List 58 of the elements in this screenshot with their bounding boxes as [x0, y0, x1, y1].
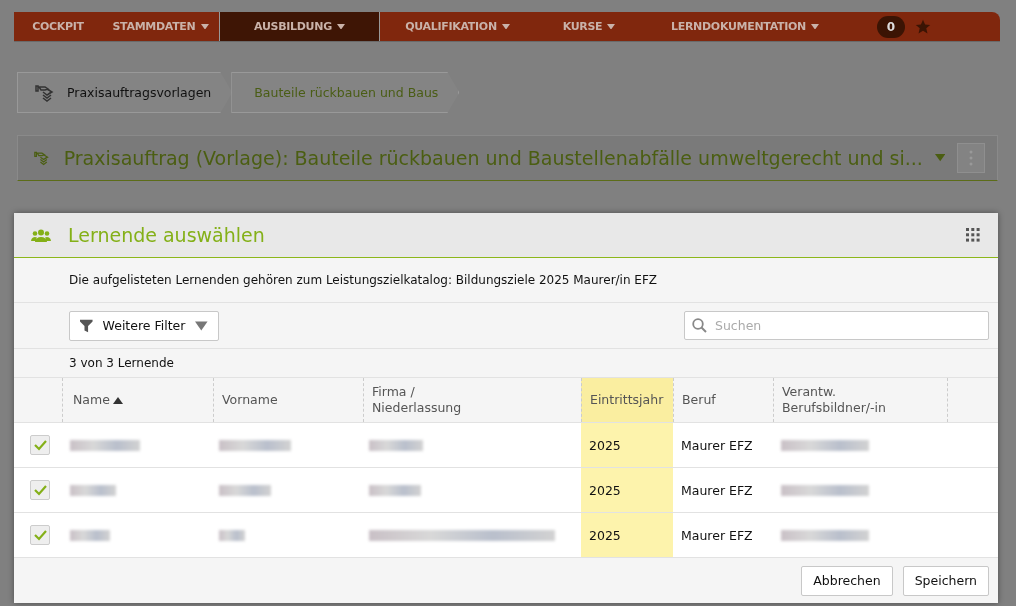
redacted-text [219, 439, 291, 451]
more-button[interactable] [957, 143, 985, 173]
column-header[interactable]: Vorname [213, 378, 363, 422]
dialog-title: Lernende auswählen [68, 224, 266, 246]
caret-icon [195, 320, 208, 331]
panel-title: Praxisauftrag (Vorlage): Bauteile rückbauen und Baustellenabfälle umweltgerecht und si... [63, 147, 923, 169]
table-cell-text: Maurer EFZ [680, 481, 754, 500]
star-icon[interactable] [915, 18, 931, 35]
table-cell-text: Maurer EFZ [680, 436, 754, 455]
search-icon [692, 318, 707, 333]
info-text: Die aufgelisteten Lernenden gehören zum Leistungszielkatalog: Bildungsziele 2025 Maurer/in EFZ [69, 273, 658, 287]
checkmark-icon [33, 484, 47, 496]
checkmark-icon [33, 439, 47, 451]
redacted-text [219, 529, 245, 541]
column-header[interactable]: Beruf [673, 378, 773, 422]
nav-tab[interactable]: LERNDOKUMENTATION [643, 12, 847, 41]
table-row[interactable]: 2025 Maurer EFZ [14, 513, 998, 558]
redacted-text [70, 439, 140, 451]
nav-tab[interactable]: COCKPIT [14, 12, 102, 41]
nav-tab[interactable]: STAMMDATEN [102, 12, 219, 41]
cancel-button[interactable]: Abbrechen [801, 565, 893, 596]
save-button[interactable]: Speichern [902, 565, 989, 596]
nav-tab[interactable]: AUSBILDUNG [219, 12, 380, 41]
filter-button[interactable]: Weitere Filter [69, 310, 219, 341]
table-cell: 2025 [581, 468, 673, 512]
filter-icon [80, 318, 93, 333]
caret-icon [934, 153, 946, 163]
table-cell: 2025 [581, 513, 673, 557]
caret-icon [811, 23, 819, 30]
notification-badge[interactable]: 0 [877, 15, 905, 38]
table-row[interactable]: 2025 Maurer EFZ [14, 423, 998, 468]
column-header[interactable]: Eintrittsjahr [581, 378, 673, 422]
caret-icon [607, 23, 616, 30]
search-field[interactable]: Suchen [684, 311, 989, 340]
redacted-text [369, 439, 423, 451]
caret-icon [200, 23, 209, 30]
nav-tab[interactable]: KURSE [535, 12, 643, 41]
grid-menu-icon[interactable] [966, 228, 980, 242]
redacted-text [70, 484, 116, 496]
checkmark-icon [33, 529, 47, 541]
row-checkbox[interactable] [30, 435, 50, 455]
column-header[interactable]: Name [62, 378, 213, 422]
table-cell: 2025 [581, 423, 673, 467]
caret-icon [336, 23, 345, 30]
table-cell-text: Maurer EFZ [680, 526, 754, 545]
nav-tab[interactable]: QUALIFIKATION [380, 12, 535, 41]
redacted-text [70, 529, 110, 541]
result-count: 3 von 3 Lernende [69, 356, 174, 370]
column-header[interactable]: Verantw. Berufsbildner/-in [773, 378, 947, 422]
redacted-text [219, 484, 271, 496]
table-row[interactable]: 2025 Maurer EFZ [14, 468, 998, 513]
redacted-text [369, 484, 421, 496]
row-checkbox[interactable] [30, 480, 50, 500]
caret-icon [501, 23, 510, 30]
users-icon [31, 228, 51, 242]
breadcrumb[interactable]: Praxisauftragsvorlagen [17, 72, 233, 113]
row-checkbox[interactable] [30, 525, 50, 545]
sort-up-icon [112, 396, 123, 404]
